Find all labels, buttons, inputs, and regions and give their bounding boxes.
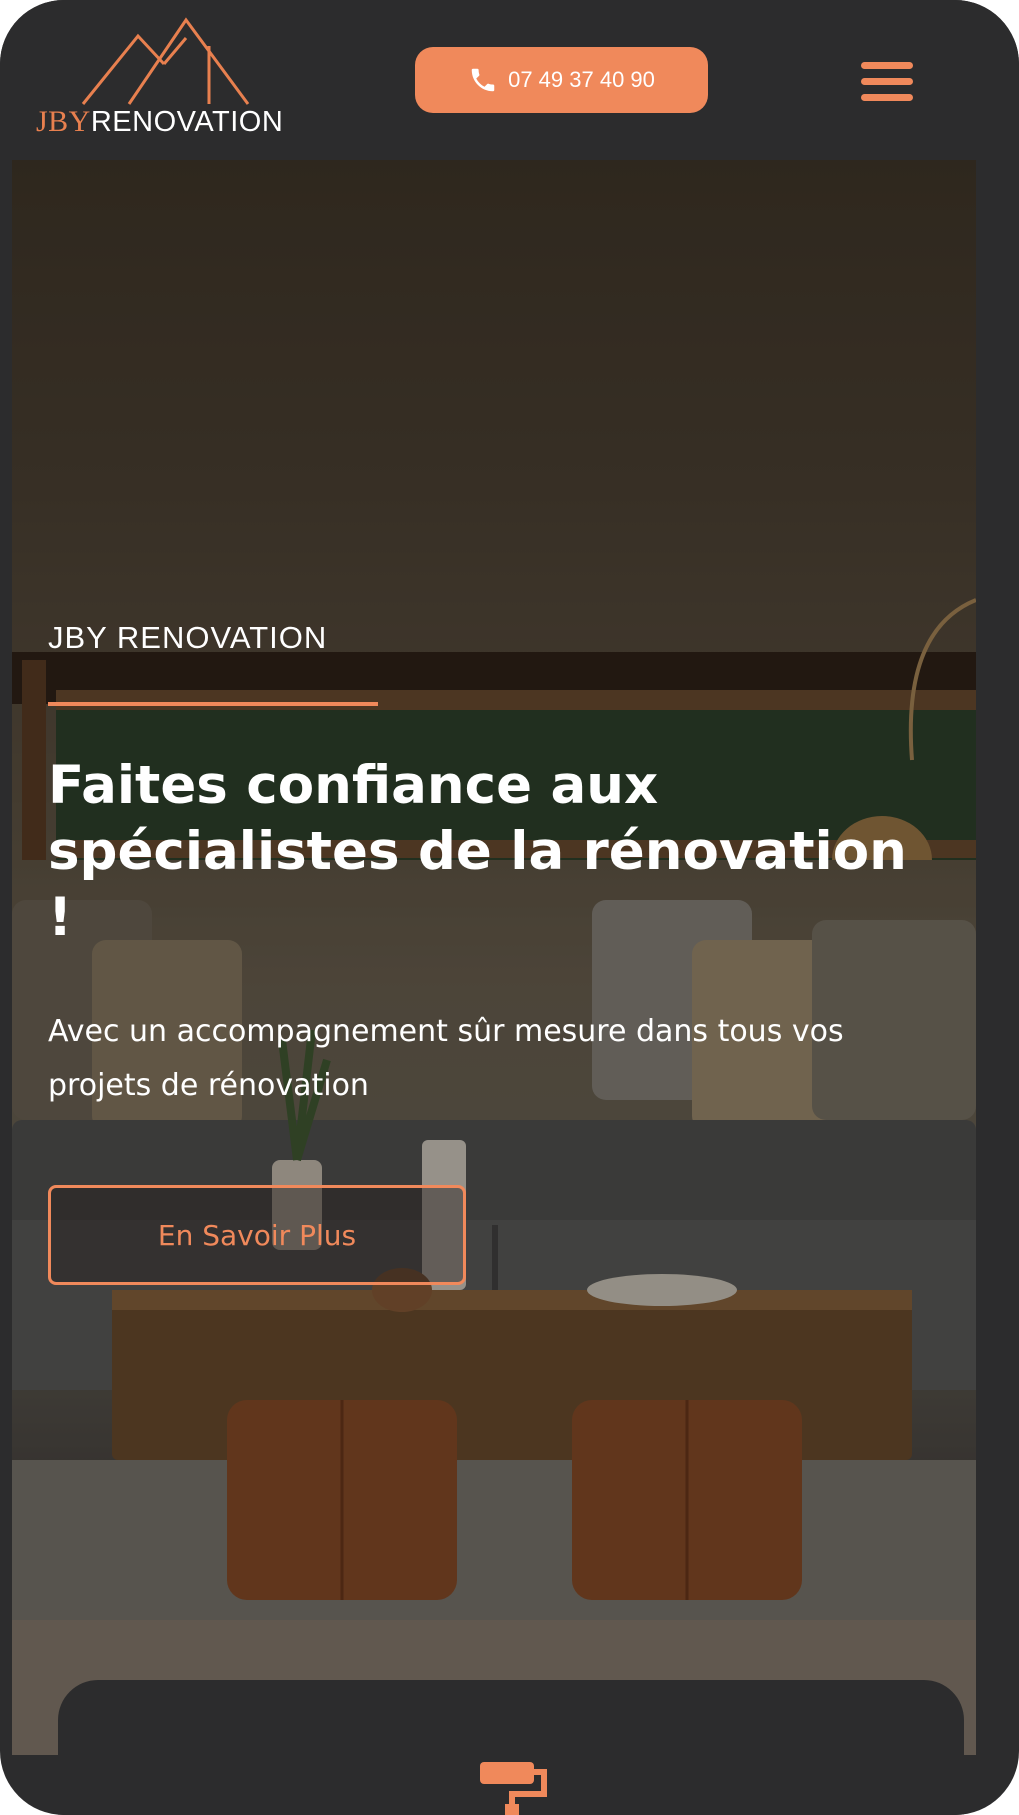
learn-more-button[interactable]: En Savoir Plus — [48, 1185, 466, 1285]
site-logo[interactable]: JBYRENOVATION — [34, 16, 304, 146]
services-card — [58, 1680, 964, 1815]
call-button-label: 07 49 37 40 90 — [508, 67, 655, 92]
call-button[interactable]: 07 49 37 40 90 — [415, 47, 708, 113]
phone-frame: JBYRENOVATION 07 49 37 40 90 JBY RENOVAT… — [0, 0, 1019, 1815]
hero-divider — [48, 702, 378, 706]
phone-icon — [471, 68, 495, 92]
logo-wordmark: JBYRENOVATION — [36, 105, 283, 139]
hero-headline: Faites confiance aux spécialistes de la … — [48, 755, 907, 948]
logo-brand-jby: JBY — [36, 105, 91, 138]
site-header: JBYRENOVATION 07 49 37 40 90 — [0, 0, 1019, 160]
roof-logo-icon — [81, 17, 250, 105]
hero-subtitle: Avec un accompagnement sûr mesure dans t… — [48, 1014, 844, 1103]
hero-eyebrow: JBY RENOVATION — [48, 620, 328, 655]
living-room-background-image — [12, 160, 976, 1755]
hamburger-menu-icon[interactable] — [857, 58, 915, 104]
paint-roller-icon — [480, 1762, 547, 1815]
hero-section: JBY RENOVATION Faites confiance aux spéc… — [12, 160, 976, 1755]
logo-brand-renovation: RENOVATION — [90, 106, 284, 138]
